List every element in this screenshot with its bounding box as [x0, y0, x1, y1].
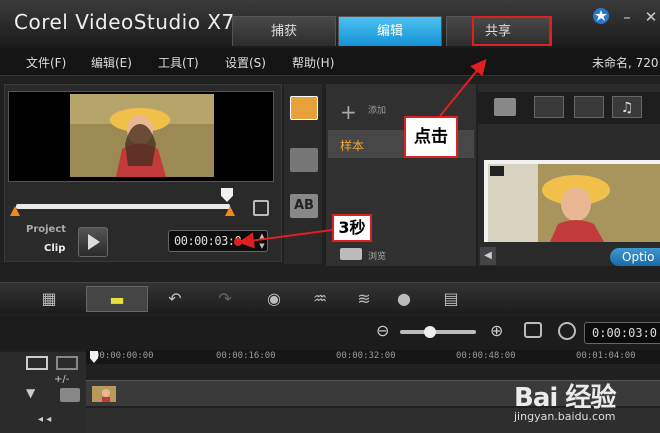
watermark-url: jingyan.baidu.com — [514, 410, 616, 423]
annotation-arrows — [234, 58, 487, 249]
videostudio-window: Corel VideoStudio X7 捕获 编辑 共享 – ✕ 文件(F) … — [0, 0, 660, 433]
watermark-logo: Bai 经验 — [514, 383, 616, 413]
